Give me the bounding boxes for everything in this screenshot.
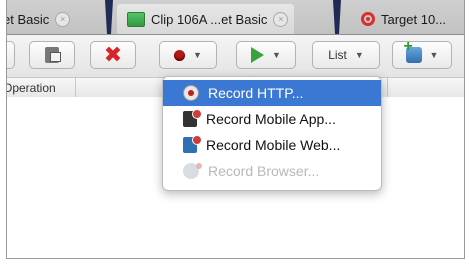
tab-label: Clip 106A ...et Basic [151, 11, 268, 27]
run-button[interactable]: ▼ [236, 41, 296, 69]
play-icon [251, 47, 265, 63]
delete-icon: ✖ [103, 42, 123, 67]
close-icon[interactable]: × [55, 11, 71, 27]
menu-item-label: Record Browser... [208, 163, 320, 179]
record-http-icon [183, 85, 199, 101]
tab-clip[interactable]: Clip 106A ...et Basic × [117, 4, 295, 34]
close-icon[interactable]: × [273, 11, 289, 27]
menu-item-label: Record Mobile Web... [206, 137, 341, 153]
chevron-down-icon: ▼ [354, 50, 364, 60]
tab-label: et Basic [6, 11, 50, 27]
browser-icon [183, 163, 202, 179]
menu-item-record-http[interactable]: Record HTTP... [163, 80, 381, 106]
column-header-operation[interactable]: Operation [7, 81, 56, 95]
menu-item-record-mobile-app[interactable]: Record Mobile App... [163, 106, 381, 132]
tab-separator [105, 0, 113, 34]
add-button[interactable]: ▼ [392, 38, 452, 69]
menu-item-record-mobile-web[interactable]: Record Mobile Web... [163, 132, 381, 158]
tab-label: Target 10... [381, 11, 447, 27]
menu-item-label: Record HTTP... [208, 85, 304, 101]
record-icon [174, 49, 186, 61]
clip-button[interactable] [29, 41, 75, 69]
document-icon [45, 47, 61, 63]
toolbar-button-partial[interactable] [7, 41, 15, 69]
menu-item-label: Record Mobile App... [206, 111, 336, 127]
mobile-web-icon [183, 135, 202, 153]
tab-basic[interactable]: et Basic × [6, 4, 71, 34]
menu-item-record-browser: Record Browser... [163, 158, 381, 184]
record-button[interactable]: ▼ [159, 41, 217, 69]
chevron-down-icon: ▼ [429, 50, 439, 60]
tab-target[interactable]: Target 10... [353, 4, 446, 34]
column-divider[interactable] [387, 78, 388, 97]
clip-icon [127, 11, 145, 27]
tab-separator [333, 0, 341, 34]
chevron-down-icon: ▼ [193, 50, 202, 60]
record-dropdown-menu: Record HTTP... Record Mobile App... Reco… [162, 76, 382, 191]
add-icon [404, 38, 422, 63]
mobile-app-icon [183, 109, 202, 127]
chevron-down-icon: ▼ [272, 50, 281, 60]
toolbar: ✖ ▼ ▼ List ▼ ▼ [7, 35, 464, 77]
list-view-dropdown[interactable]: List ▼ [312, 41, 380, 69]
column-divider[interactable] [75, 78, 76, 97]
delete-button[interactable]: ✖ [90, 41, 136, 69]
tab-bar: et Basic × Clip 106A ...et Basic × Targe… [7, 0, 464, 35]
target-icon [361, 12, 375, 26]
list-label: List [328, 48, 347, 62]
